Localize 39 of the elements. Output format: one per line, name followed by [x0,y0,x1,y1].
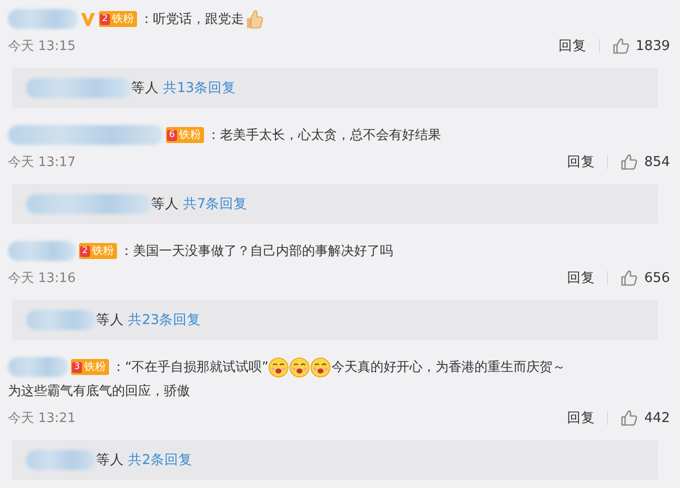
blushing-face-emoji-icon [268,356,290,378]
thumbs-up-icon [620,269,638,287]
like-button[interactable]: 656 [620,269,670,287]
thumbs-up-icon [620,153,638,171]
like-button[interactable]: 442 [620,409,670,427]
thumbs-up-icon [620,409,638,427]
fan-badge: 6 铁粉 [166,127,204,144]
comment-text: ：老美手太长，心太贪，总不会有好结果 [207,128,441,143]
timestamp: 今天 13:21 [8,410,77,427]
reply-button[interactable]: 回复 [567,409,596,427]
blushing-face-emoji-icon [289,356,310,378]
comment-text: ：听党话，跟党走 [140,12,244,27]
reply-button[interactable]: 回复 [567,153,596,171]
blurred-username [8,241,76,262]
replier-suffix: 等人 [151,195,179,213]
comment-text: ：美国一天没事做了？自己内部的事解决好了吗 [120,244,393,259]
blurred-username [8,9,78,30]
replier-suffix: 等人 [131,79,159,97]
comment-text: 为这些霸气有底气的回应，骄傲 [8,384,190,399]
replier-suffix: 等人 [96,311,124,329]
blurred-avatars [26,310,96,330]
reply-button[interactable]: 回复 [567,269,596,287]
timestamp: 今天 13:17 [8,154,77,171]
replier-suffix: 等人 [96,451,124,469]
fan-badge: 2 铁粉 [99,11,137,28]
reply-button[interactable]: 回复 [558,37,587,55]
comment-text: 今天真的好开心，为香港的重生而庆贺～ [331,360,566,375]
fan-badge: 3 铁粉 [71,359,109,376]
blurred-username [8,357,68,378]
thumbs-up-icon [612,37,630,55]
timestamp: 今天 13:16 [8,270,77,287]
fan-badge: 2 铁粉 [79,243,117,260]
blushing-face-emoji-icon [310,356,332,378]
thumbs-up-emoji-icon [244,8,264,30]
timestamp: 今天 13:15 [8,38,77,55]
like-button[interactable]: 1839 [612,37,670,55]
comment-text: ：“不在乎自损那就试试呗” [112,360,268,375]
blurred-avatars [26,450,96,470]
like-button[interactable]: 854 [620,153,670,171]
